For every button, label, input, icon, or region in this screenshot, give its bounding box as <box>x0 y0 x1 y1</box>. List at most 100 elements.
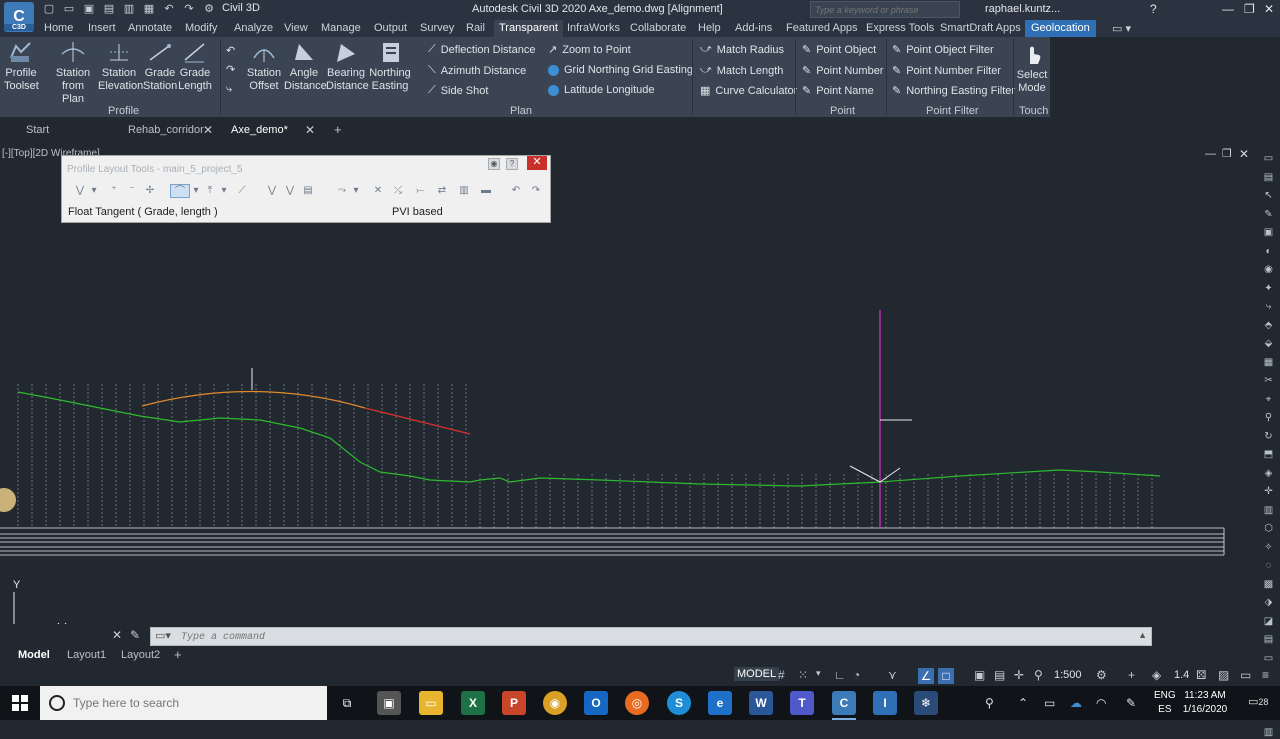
match-radius-button[interactable]: ⤻ Match Radius <box>700 43 784 56</box>
palette-tool-icon[interactable]: ▥ <box>1262 504 1275 517</box>
match-length-button[interactable]: ⤻ Match Length <box>700 64 783 77</box>
point-name-button[interactable]: ✎ Point Name <box>802 84 874 98</box>
northing-easting-button[interactable]: Northing Easting <box>368 40 412 93</box>
station-offset-button[interactable]: Station Offset <box>246 40 282 93</box>
object-snap-tracking-icon[interactable]: ∠ <box>918 668 934 684</box>
point-object-filter-button[interactable]: ✎ Point Object Filter <box>892 43 994 57</box>
pen-icon[interactable]: ✎ <box>1126 696 1136 710</box>
powerpoint-icon[interactable]: P <box>502 691 526 715</box>
close-tab-icon[interactable]: ✕ <box>305 123 315 137</box>
keyword-search-input[interactable] <box>810 1 960 18</box>
snowflake-app-icon[interactable]: ❄ <box>914 691 938 715</box>
angle-distance-button[interactable]: Angle Distance <box>284 40 327 93</box>
settings-gear-icon[interactable]: ⚙ <box>1096 668 1107 682</box>
insert-pvi-icon[interactable]: ⁺ <box>108 184 120 198</box>
dialog-close-button[interactable]: ✕ <box>527 156 547 170</box>
palette-tool-icon[interactable]: ↻ <box>1262 430 1275 443</box>
tab-home[interactable]: Home <box>44 22 73 34</box>
move-pvi-icon[interactable]: ✢ <box>144 184 156 198</box>
delete-pvi-icon[interactable]: ⁻ <box>126 184 138 198</box>
bearing-distance-button[interactable]: Bearing Distance <box>326 40 369 93</box>
task-view-icon[interactable]: ⧉ <box>335 691 359 715</box>
existing-ground-line[interactable] <box>17 391 1161 487</box>
tab-manage[interactable]: Manage <box>321 22 361 34</box>
break-apart-icon[interactable]: ⤯ <box>392 184 404 198</box>
customize-command-icon[interactable]: ✎ <box>130 628 140 642</box>
palette-tool-icon[interactable]: ⬙ <box>1262 337 1275 350</box>
tab-geolocation[interactable]: Geolocation <box>1025 20 1096 37</box>
grid-northing-easting-button[interactable]: Grid Northing Grid Easting <box>548 64 693 76</box>
tab-annotate[interactable]: Annotate <box>128 22 172 34</box>
layout-parameters-icon[interactable]: ▬ <box>480 184 492 198</box>
polar-icon[interactable]: ◔ <box>853 668 860 682</box>
palette-tool-icon[interactable]: ▤ <box>1262 633 1275 646</box>
grade-length-button[interactable]: Grade Length <box>178 40 212 93</box>
tab-insert[interactable]: Insert <box>88 22 116 34</box>
palette-tool-icon[interactable]: ▤ <box>1262 171 1275 184</box>
palette-tool-icon[interactable]: ▣ <box>1262 226 1275 239</box>
curve-tool-icon[interactable]: ⤒ <box>204 184 216 198</box>
palette-tool-icon[interactable]: ◉ <box>1262 263 1275 276</box>
close-tab-icon[interactable]: ✕ <box>203 123 213 137</box>
outlook-icon[interactable]: O <box>584 691 608 715</box>
system-clock[interactable]: 11:23 AM 1/16/2020 <box>1180 689 1230 717</box>
tab-add-ins[interactable]: Add-ins <box>735 22 772 34</box>
file-tab-rehab-corridor[interactable]: Rehab_corridor <box>128 124 204 136</box>
redo-icon[interactable]: ↷ <box>182 2 196 16</box>
workspace-icon[interactable]: ⚙ <box>202 2 216 16</box>
join-icon[interactable]: ⤚ <box>414 184 426 198</box>
plan-small-tool-3[interactable]: ⤷ <box>226 83 232 96</box>
palette-tool-icon[interactable]: ⌖ <box>1262 393 1275 406</box>
command-prompt-icon[interactable]: ▭▾ <box>155 629 171 642</box>
dialog-help-icon[interactable]: ? <box>506 158 518 170</box>
object-snap-icon[interactable]: □ <box>938 668 954 684</box>
point-object-button[interactable]: ✎ Point Object <box>802 43 876 57</box>
palette-tool-icon[interactable]: ▭ <box>1262 152 1275 165</box>
isodraft-icon[interactable]: ⋎ <box>888 668 897 682</box>
tab-transparent[interactable]: Transparent <box>494 20 563 37</box>
snap-icon[interactable]: ⁙ <box>798 668 808 682</box>
palette-tool-icon[interactable]: ◌ <box>1262 559 1275 572</box>
open-file-icon[interactable]: ▭ <box>62 2 76 16</box>
plot-icon[interactable]: ▦ <box>142 2 156 16</box>
start-button[interactable] <box>0 686 40 720</box>
file-explorer-icon[interactable]: ▭ <box>419 691 443 715</box>
language-indicator[interactable]: ENG ES <box>1154 689 1176 717</box>
dropdown-arrow-icon[interactable]: ▾ <box>816 668 821 679</box>
command-history-icon[interactable]: ▲ <box>1138 630 1147 640</box>
palette-tool-icon[interactable]: ⬗ <box>1262 596 1275 609</box>
wifi-icon[interactable]: ◠ <box>1096 696 1106 710</box>
select-mode-button[interactable]: Select Mode <box>1015 42 1049 95</box>
dropdown-arrow-icon[interactable]: ▾ <box>88 184 100 198</box>
lineweight-icon[interactable]: ▣ <box>974 668 985 682</box>
tab-view[interactable]: View <box>284 22 308 34</box>
close-button[interactable]: ✕ <box>1264 2 1274 16</box>
save-icon[interactable]: ▣ <box>82 2 96 16</box>
new-file-icon[interactable]: ▢ <box>42 2 56 16</box>
edge-icon[interactable]: e <box>708 691 732 715</box>
notifications-icon[interactable]: ▭28 <box>1248 695 1268 708</box>
side-shot-button[interactable]: ⟋ Side Shot <box>428 84 488 97</box>
point-number-filter-button[interactable]: ✎ Point Number Filter <box>892 64 1001 78</box>
annotation-scale[interactable]: 1:500 <box>1054 669 1082 681</box>
layout-tab-layout2[interactable]: Layout2 <box>121 649 160 661</box>
select-pvi-icon[interactable]: ⤳ <box>336 184 348 198</box>
grid-icon[interactable]: # <box>778 668 785 682</box>
tab-analyze[interactable]: Analyze <box>234 22 273 34</box>
hardware-acceleration-icon[interactable]: ⚄ <box>1196 668 1206 682</box>
raise-lower-icon[interactable]: ⋁ <box>266 184 278 198</box>
grid-view-icon[interactable]: ▥ <box>458 184 470 198</box>
curve-calculator-button[interactable]: ▦ Curve Calculator <box>700 84 797 98</box>
clean-screen-icon[interactable]: ▨ <box>1218 668 1229 682</box>
dropdown-arrow-icon[interactable]: ▾ <box>218 184 230 198</box>
tab-output[interactable]: Output <box>374 22 407 34</box>
add-layout-icon[interactable]: + <box>174 647 182 662</box>
palette-tool-icon[interactable]: ✦ <box>1262 282 1275 295</box>
latitude-longitude-button[interactable]: Latitude Longitude <box>548 84 655 96</box>
profile-toolset-button[interactable]: Profile Toolset <box>4 40 39 93</box>
ribbon-toggle-icon[interactable]: ▭ ▾ <box>1112 22 1131 35</box>
draw-tangents-icon[interactable]: ⋁ <box>74 184 86 198</box>
tab-smartdraft-apps[interactable]: SmartDraft Apps <box>940 22 1021 34</box>
dropdown-arrow-icon[interactable]: ▾ <box>190 184 202 198</box>
palette-tool-icon[interactable]: ⚲ <box>1262 411 1275 424</box>
